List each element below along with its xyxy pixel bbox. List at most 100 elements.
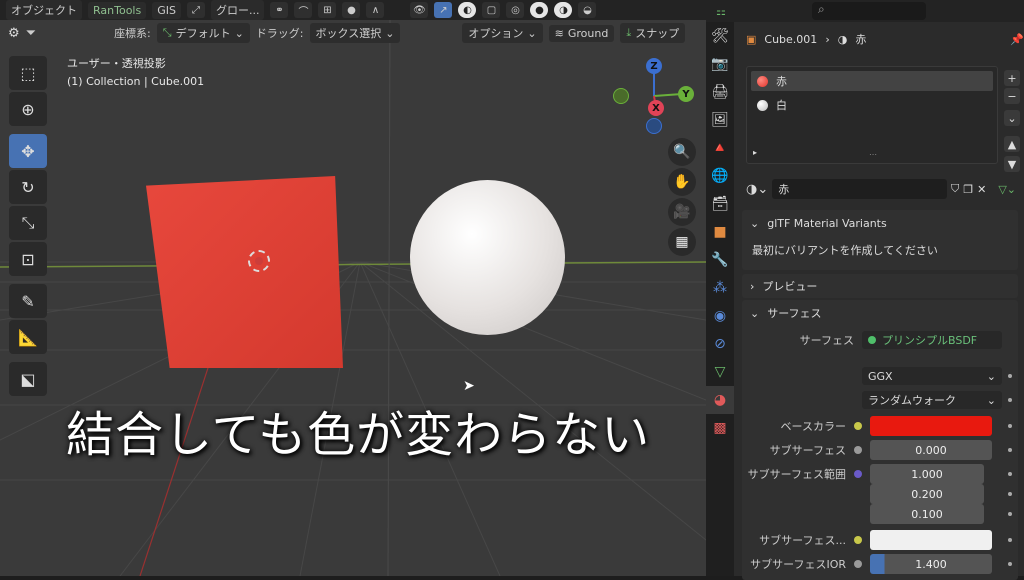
xray-icon[interactable]: ▢ [482, 2, 501, 18]
keyframe-dot[interactable] [1008, 472, 1012, 476]
perspective-grid-icon[interactable]: ▦ [668, 228, 696, 256]
coord-system-dropdown[interactable]: ⤡ デフォルト ⌄ [156, 23, 250, 43]
3d-viewport[interactable] [0, 20, 706, 576]
keyframe-dot[interactable] [1008, 492, 1012, 496]
rendered-shading-icon[interactable]: ◒ [578, 2, 597, 18]
cursor-icon[interactable]: ⊕ [9, 92, 47, 126]
node-link-icon[interactable]: ▽⌄ [998, 183, 1016, 196]
socket-icon[interactable] [854, 470, 862, 478]
keyframe-dot[interactable] [1008, 512, 1012, 516]
distribution-dropdown[interactable]: GGX ⌄ [862, 367, 1002, 385]
gizmo-y-axis[interactable]: Y [678, 86, 694, 102]
select-box-icon[interactable]: ⬚ [9, 56, 47, 90]
particles-tab-icon[interactable]: ⁂ [706, 274, 734, 302]
subsurface-value-field[interactable]: 0.000 [870, 440, 992, 460]
object-tab-icon[interactable]: ■ [706, 218, 734, 246]
material-name-field[interactable]: 赤 [772, 179, 947, 199]
base-color-swatch[interactable] [870, 416, 992, 436]
material-tab-icon[interactable]: ◕ [706, 386, 734, 414]
pivot-icon[interactable]: ⚭ [270, 2, 289, 18]
constraints-tab-icon[interactable]: ⊘ [706, 330, 734, 358]
world-tab-icon[interactable]: 🌐 [706, 162, 734, 190]
annotate-icon[interactable]: ✎ [9, 284, 47, 318]
transform-orientation-icon[interactable]: ⤢ [186, 2, 205, 18]
overlay-icon[interactable]: ◐ [458, 2, 477, 18]
gizmo-neg-y-axis[interactable] [613, 88, 629, 104]
subsurface-method-dropdown[interactable]: ランダムウォーク ⌄ [862, 391, 1002, 409]
filter-icon[interactable]: ⏷ [26, 26, 36, 41]
red-cube[interactable] [146, 176, 343, 368]
keyframe-dot[interactable] [1008, 424, 1012, 428]
move-up-button[interactable]: ▲ [1004, 136, 1020, 152]
expand-icon[interactable]: ▸ [753, 148, 757, 157]
modifier-tab-icon[interactable]: 🔧 [706, 246, 734, 274]
falloff-icon[interactable]: ∧ [366, 2, 385, 18]
fake-user-shield-icon[interactable]: ⛉ [951, 182, 959, 196]
transform-orientation-menu[interactable]: グロー... [210, 0, 265, 20]
socket-icon[interactable] [854, 422, 862, 430]
pin-icon[interactable]: 📌 [1010, 33, 1024, 46]
settings-gear-icon[interactable]: ⚙ [8, 26, 20, 41]
collection-tab-icon[interactable]: 🗃 [706, 190, 734, 218]
browse-material-icon[interactable]: ◑⌄ [746, 182, 768, 197]
preview-panel-header[interactable]: › プレビュー [742, 274, 1018, 298]
radius-z-field[interactable]: 0.100 [870, 504, 984, 524]
duplicate-icon[interactable]: ❐ [963, 183, 973, 196]
transform-icon[interactable]: ⊡ [9, 242, 47, 276]
drag-dropdown[interactable]: ボックス選択 ⌄ [309, 23, 401, 43]
properties-search[interactable]: ⌕ [812, 2, 926, 20]
keyframe-dot[interactable] [1008, 538, 1012, 542]
unlink-close-icon[interactable]: ✕ [977, 183, 986, 196]
proportional-icon[interactable]: ● [342, 2, 361, 18]
keyframe-dot[interactable] [1008, 448, 1012, 452]
socket-icon[interactable] [854, 446, 862, 454]
scene-tab-icon[interactable]: 🔺 [706, 134, 734, 162]
resize-handle-icon[interactable]: ⋯ [869, 150, 877, 159]
subsurface-ior-field[interactable]: 1.400 [870, 554, 992, 574]
data-tab-icon[interactable]: ▽ [706, 358, 734, 386]
editor-type-icon[interactable]: ⚏ [716, 5, 726, 18]
gizmo-neg-z-axis[interactable] [646, 118, 662, 134]
move-down-button[interactable]: ▼ [1004, 156, 1020, 172]
physics-tab-icon[interactable]: ◉ [706, 302, 734, 330]
zoom-icon[interactable]: 🔍 [668, 138, 696, 166]
socket-icon[interactable] [854, 560, 862, 568]
camera-icon[interactable]: 🎥 [668, 198, 696, 226]
list-item[interactable]: 白 [751, 95, 993, 115]
gizmo-z-axis[interactable]: Z [646, 58, 662, 74]
gizmo-icon[interactable]: ↗ [434, 2, 453, 18]
socket-icon[interactable] [854, 536, 862, 544]
snap-target-icon[interactable]: ⊞ [318, 2, 337, 18]
visibility-icon[interactable]: 👁 [410, 2, 429, 18]
rotate-icon[interactable]: ↻ [9, 170, 47, 204]
radius-y-field[interactable]: 0.200 [870, 484, 984, 504]
surface-panel-header[interactable]: ⌄ サーフェス [742, 300, 1018, 326]
texture-tab-icon[interactable]: ▩ [706, 414, 734, 442]
tool-tab-icon[interactable]: 🛠 [706, 22, 734, 50]
add-slot-button[interactable]: + [1004, 70, 1020, 86]
pan-hand-icon[interactable]: ✋ [668, 168, 696, 196]
mode-menu[interactable]: オブジェクト [6, 0, 82, 20]
keyframe-dot[interactable] [1008, 398, 1012, 402]
view-layer-tab-icon[interactable]: 🖼 [706, 106, 734, 134]
preview-panel[interactable]: › プレビュー [742, 274, 1018, 298]
keyframe-dot[interactable] [1008, 562, 1012, 566]
remove-slot-button[interactable]: − [1004, 88, 1020, 104]
add-cube-icon[interactable]: ⬕ [9, 362, 47, 396]
addon-menu[interactable]: RanTools [88, 1, 147, 19]
options-dropdown[interactable]: オプション ⌄ [462, 23, 543, 43]
move-icon[interactable]: ✥ [9, 134, 47, 168]
gizmo-x-axis[interactable]: X [648, 100, 664, 116]
gltf-panel-header[interactable]: ⌄ glTF Material Variants [742, 210, 1018, 236]
subsurface-color-swatch[interactable] [870, 530, 992, 550]
slot-specials-button[interactable]: ⌄ [1004, 110, 1020, 126]
surface-shader-field[interactable]: プリンシプルBSDF [862, 331, 1002, 349]
output-tab-icon[interactable]: 🖨 [706, 78, 734, 106]
white-sphere[interactable] [410, 180, 565, 335]
snap-button[interactable]: ⤓ スナップ [620, 23, 686, 43]
solid-shading-icon[interactable]: ● [530, 2, 549, 18]
wireframe-shading-icon[interactable]: ◎ [506, 2, 525, 18]
render-tab-icon[interactable]: 📷 [706, 50, 734, 78]
measure-icon[interactable]: 📐 [9, 320, 47, 354]
list-item[interactable]: 赤 [751, 71, 993, 91]
